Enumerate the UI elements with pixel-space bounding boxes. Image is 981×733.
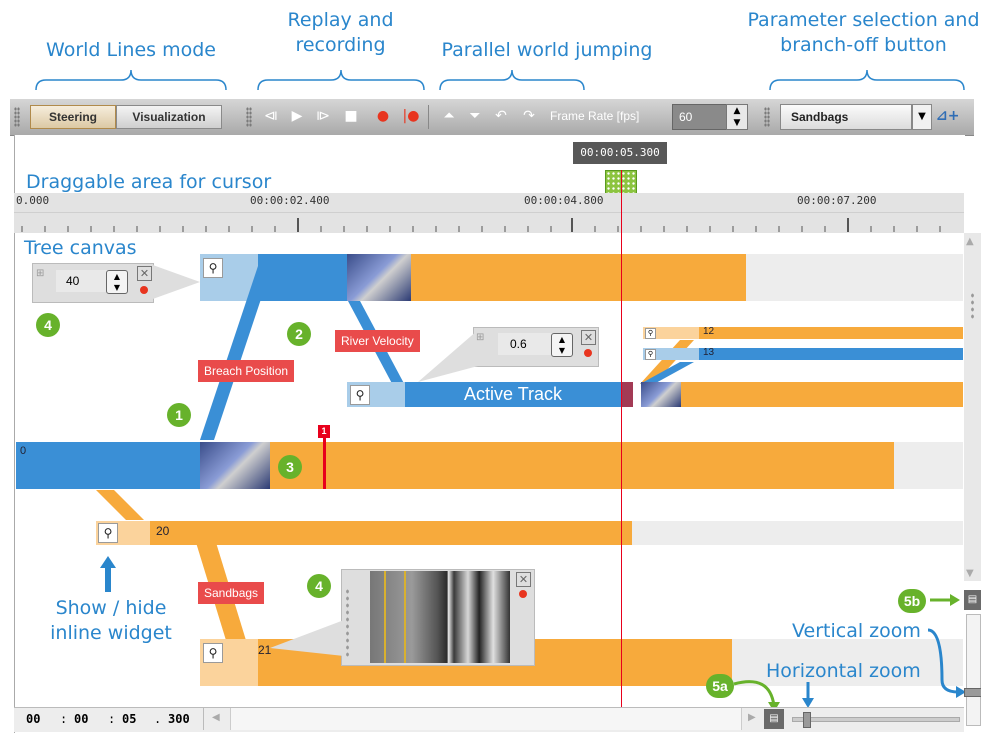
track-20-id: 20 (156, 524, 170, 538)
track-13-wrench-icon[interactable]: ⚲ (645, 349, 656, 360)
widget-c-road-lines (404, 571, 406, 663)
callout-draggable-area: Draggable area for cursor (26, 171, 272, 193)
toolbar-grip[interactable] (246, 107, 252, 127)
scroll-down-arrow-icon[interactable]: ▼ (966, 568, 974, 579)
show-hide-arrow (100, 556, 116, 592)
hscroll-left-arrow-icon[interactable]: ◀ (212, 712, 220, 723)
zoom-arrows (733, 594, 966, 712)
track-0-id: 0 (20, 445, 27, 457)
active-track-label: Active Track (464, 384, 563, 404)
scroll-up-arrow-icon[interactable]: ▲ (966, 236, 974, 247)
time-milliseconds[interactable]: 300 (168, 712, 190, 726)
visualization-button[interactable]: Visualization (116, 105, 222, 129)
track-0-orange[interactable] (270, 442, 894, 489)
parameter-select-dropdown[interactable]: ▼ (912, 104, 932, 130)
ruler-tick-label: 00:00:04.800 (524, 194, 604, 207)
cursor-time-label: 00:00:05.300 (573, 142, 667, 164)
time-sep-1: : (60, 712, 68, 726)
horizontal-scrollbar[interactable] (230, 708, 742, 730)
horizontal-zoom-toggle-icon[interactable]: ▤ (764, 709, 784, 729)
jump-back-world-icon[interactable]: ↶ (492, 107, 510, 125)
track-0-thumbnail (200, 442, 270, 489)
vertical-zoom-slider[interactable] (966, 614, 981, 726)
step-forward-icon[interactable]: ⧐ (314, 107, 332, 125)
track-13-bar[interactable] (699, 348, 963, 360)
track-13-id: 13 (703, 347, 715, 358)
jump-down-icon[interactable]: ⏷ (466, 107, 484, 125)
toolbar-grip[interactable] (764, 107, 770, 127)
widget-c-close-icon[interactable]: ✕ (516, 572, 531, 587)
status-divider (203, 708, 204, 730)
track-11-wrench-icon[interactable]: ⚲ (350, 385, 370, 405)
track-11-thumbnail (641, 382, 681, 407)
vertical-scrollbar[interactable] (964, 233, 981, 581)
parameter-select[interactable]: Sandbags (780, 104, 912, 130)
widget-c-map-image (370, 571, 510, 663)
widget-b-pin-icon[interactable]: ⊞ (476, 332, 486, 354)
time-cursor-line[interactable] (621, 170, 622, 710)
time-hours[interactable]: 00 (26, 712, 40, 726)
horizontal-zoom-slider[interactable] (792, 717, 960, 722)
steering-button[interactable]: Steering (30, 105, 116, 129)
time-seconds[interactable]: 05 (122, 712, 136, 726)
badge-3: 3 (278, 455, 302, 479)
badge-4-top: 4 (36, 313, 60, 337)
widget-c-road-lines (384, 571, 386, 663)
horizontal-zoom-thumb[interactable] (803, 712, 811, 728)
branch-off-icon[interactable]: ⊿+ (936, 105, 959, 127)
widget-c-pointer (270, 620, 344, 656)
widget-c-record-dot (519, 590, 527, 598)
badge-1: 1 (167, 403, 191, 427)
track-20-wrench-icon[interactable]: ⚲ (98, 523, 118, 543)
track-12-wrench-icon[interactable]: ⚲ (645, 328, 656, 339)
jump-up-icon[interactable]: ⏶ (440, 107, 458, 125)
active-track-cursor-marker (621, 382, 633, 407)
frame-rate-input[interactable]: 60 (672, 104, 728, 130)
jump-forward-world-icon[interactable]: ↷ (520, 107, 538, 125)
record-icon[interactable]: ● (374, 107, 392, 125)
event-marker-flag[interactable]: 1 (318, 425, 330, 438)
ruler-ticks (14, 212, 964, 232)
tag-breach-position: Breach Position (198, 360, 295, 382)
main-toolbar: Steering Visualization ⧏ ▶ ⧐ ■ ● |● ⏶ ⏷ … (10, 99, 974, 136)
hscroll-right-arrow-icon[interactable]: ▶ (748, 712, 756, 723)
ruler-tick-label: 00:00:02.400 (250, 194, 330, 207)
scroll-thumb-grip[interactable] (970, 292, 975, 320)
widget-b-close-icon[interactable]: ✕ (581, 330, 596, 345)
widget-b-stepper[interactable]: ▲ ▼ (551, 333, 573, 357)
tag-river-velocity: River Velocity (335, 330, 420, 352)
track-12-bar[interactable] (699, 327, 963, 339)
play-icon[interactable]: ▶ (288, 107, 306, 125)
ruler-tick-label: 00:00:07.200 (797, 194, 877, 207)
widget-b-value-input[interactable]: 0.6 (498, 333, 554, 355)
frame-rate-label: Frame Rate [fps] (550, 109, 640, 123)
time-sep-3: . (154, 712, 162, 726)
vertical-zoom-toggle-icon[interactable]: ▤ (964, 590, 981, 610)
stop-icon[interactable]: ■ (342, 107, 360, 125)
widget-c-handle[interactable] (345, 588, 350, 658)
frame-rate-stepper[interactable]: ▲ ▼ (726, 104, 748, 130)
track-12-id: 12 (703, 326, 715, 337)
event-marker-line (323, 436, 326, 489)
time-minutes[interactable]: 00 (74, 712, 88, 726)
toolbar-separator (428, 105, 429, 129)
track-0-blue[interactable] (16, 442, 200, 489)
tag-sandbags: Sandbags (198, 582, 265, 604)
widget-b-record-dot (584, 349, 592, 357)
record-from-cursor-icon[interactable]: |● (402, 107, 420, 125)
badge-4-bottom: 4 (307, 574, 331, 598)
widget-b-pointer (418, 330, 478, 382)
ruler-tick-label: 0.000 (16, 194, 50, 207)
toolbar-grip[interactable] (14, 107, 20, 127)
callout-braces (35, 69, 965, 91)
track-20-orange[interactable] (150, 521, 632, 545)
track-11-orange[interactable] (681, 382, 963, 407)
vertical-zoom-thumb[interactable] (964, 688, 981, 697)
callout-show-hide-widget: Show / hide inline widget (50, 597, 172, 644)
time-sep-2: : (108, 712, 116, 726)
step-back-icon[interactable]: ⧏ (262, 107, 280, 125)
badge-2: 2 (287, 322, 311, 346)
track-21-wrench-icon[interactable]: ⚲ (203, 643, 223, 663)
